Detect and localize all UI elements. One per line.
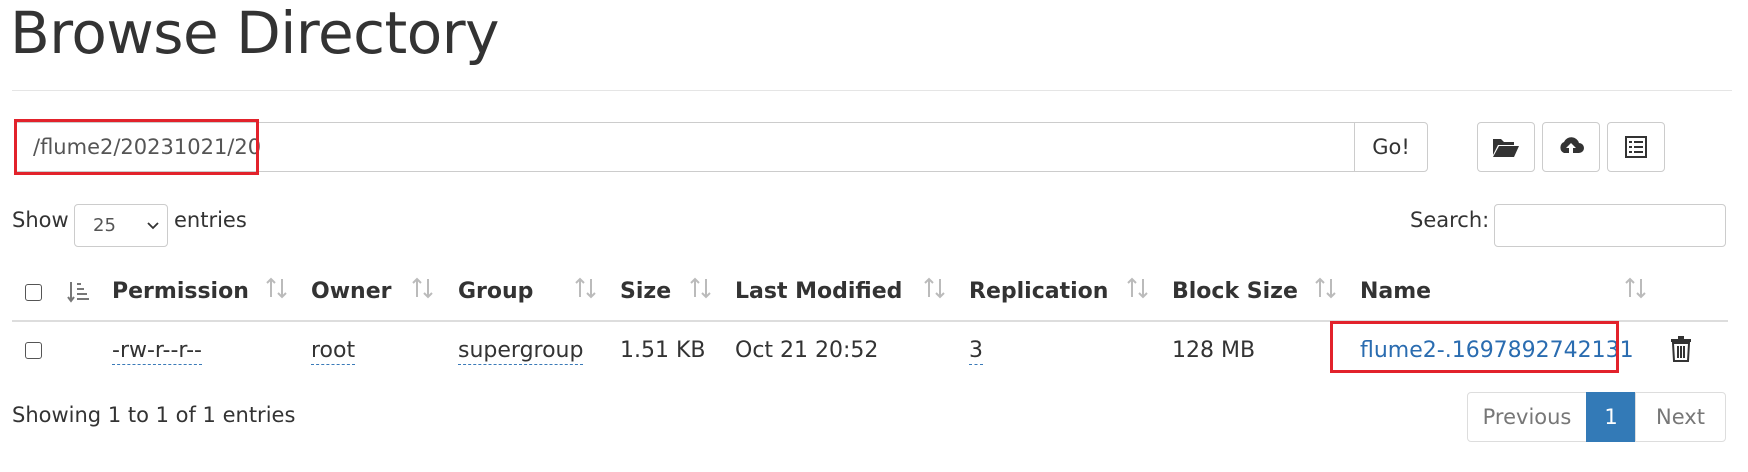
column-header-block-size[interactable]: Block Size xyxy=(1172,279,1298,304)
sort-both-icon[interactable] xyxy=(1313,276,1339,302)
folder-open-icon xyxy=(1493,139,1519,157)
group-value[interactable]: supergroup xyxy=(458,338,584,365)
column-header-owner[interactable]: Owner xyxy=(311,279,391,304)
column-header-name[interactable]: Name xyxy=(1360,279,1431,304)
show-label: Show xyxy=(12,208,69,232)
row-size: 1.51 KB xyxy=(620,338,706,363)
owner-value[interactable]: root xyxy=(311,338,356,365)
permission-value[interactable]: -rw-r--r-- xyxy=(112,338,202,365)
cut-paste-button[interactable] xyxy=(1607,122,1665,172)
list-icon xyxy=(1625,136,1647,158)
column-header-replication[interactable]: Replication xyxy=(969,279,1108,304)
sort-both-icon[interactable] xyxy=(573,276,599,302)
file-name-link[interactable]: flume2-.1697892742131 xyxy=(1360,338,1634,363)
go-button[interactable]: Go! xyxy=(1354,122,1428,172)
sort-both-icon[interactable] xyxy=(1125,276,1151,302)
entries-selected-value: 25 xyxy=(93,215,116,236)
title-divider xyxy=(12,90,1732,91)
sort-both-icon[interactable] xyxy=(264,276,290,302)
sort-desc-icon[interactable] xyxy=(66,280,90,304)
search-label: Search: xyxy=(1410,208,1490,232)
search-input[interactable] xyxy=(1494,204,1726,247)
trash-icon[interactable] xyxy=(1670,336,1692,362)
sort-both-icon[interactable] xyxy=(688,276,714,302)
chevron-down-icon xyxy=(147,222,159,230)
select-all-checkbox[interactable] xyxy=(25,284,42,301)
upload-button[interactable] xyxy=(1542,122,1600,172)
pagination-page-1[interactable]: 1 xyxy=(1586,392,1636,442)
row-select-checkbox[interactable] xyxy=(25,342,42,359)
row-block-size: 128 MB xyxy=(1172,338,1256,363)
column-header-permission[interactable]: Permission xyxy=(112,279,249,304)
entries-label: entries xyxy=(174,208,247,232)
row-last-modified: Oct 21 20:52 xyxy=(735,338,879,363)
pagination-previous[interactable]: Previous xyxy=(1467,392,1587,442)
column-header-last-modified[interactable]: Last Modified xyxy=(735,279,902,304)
sort-both-icon[interactable] xyxy=(922,276,948,302)
page-title: Browse Directory xyxy=(10,0,499,67)
row-name: flume2-.1697892742131 xyxy=(1360,338,1634,363)
create-directory-button[interactable] xyxy=(1477,122,1535,172)
row-group: supergroup xyxy=(458,338,584,365)
sort-both-icon[interactable] xyxy=(1623,276,1649,302)
table-info: Showing 1 to 1 of 1 entries xyxy=(12,403,296,427)
column-header-size[interactable]: Size xyxy=(620,279,671,304)
table-header-divider xyxy=(12,320,1728,322)
pagination-next[interactable]: Next xyxy=(1635,392,1726,442)
column-header-group[interactable]: Group xyxy=(458,279,533,304)
row-replication: 3 xyxy=(969,338,983,365)
replication-value[interactable]: 3 xyxy=(969,338,983,365)
row-owner: root xyxy=(311,338,356,365)
row-permission: -rw-r--r-- xyxy=(112,338,202,365)
sort-both-icon[interactable] xyxy=(410,276,436,302)
entries-per-page-select[interactable]: 25 xyxy=(74,204,168,247)
cloud-upload-icon xyxy=(1560,137,1584,155)
path-input[interactable] xyxy=(14,122,1354,172)
